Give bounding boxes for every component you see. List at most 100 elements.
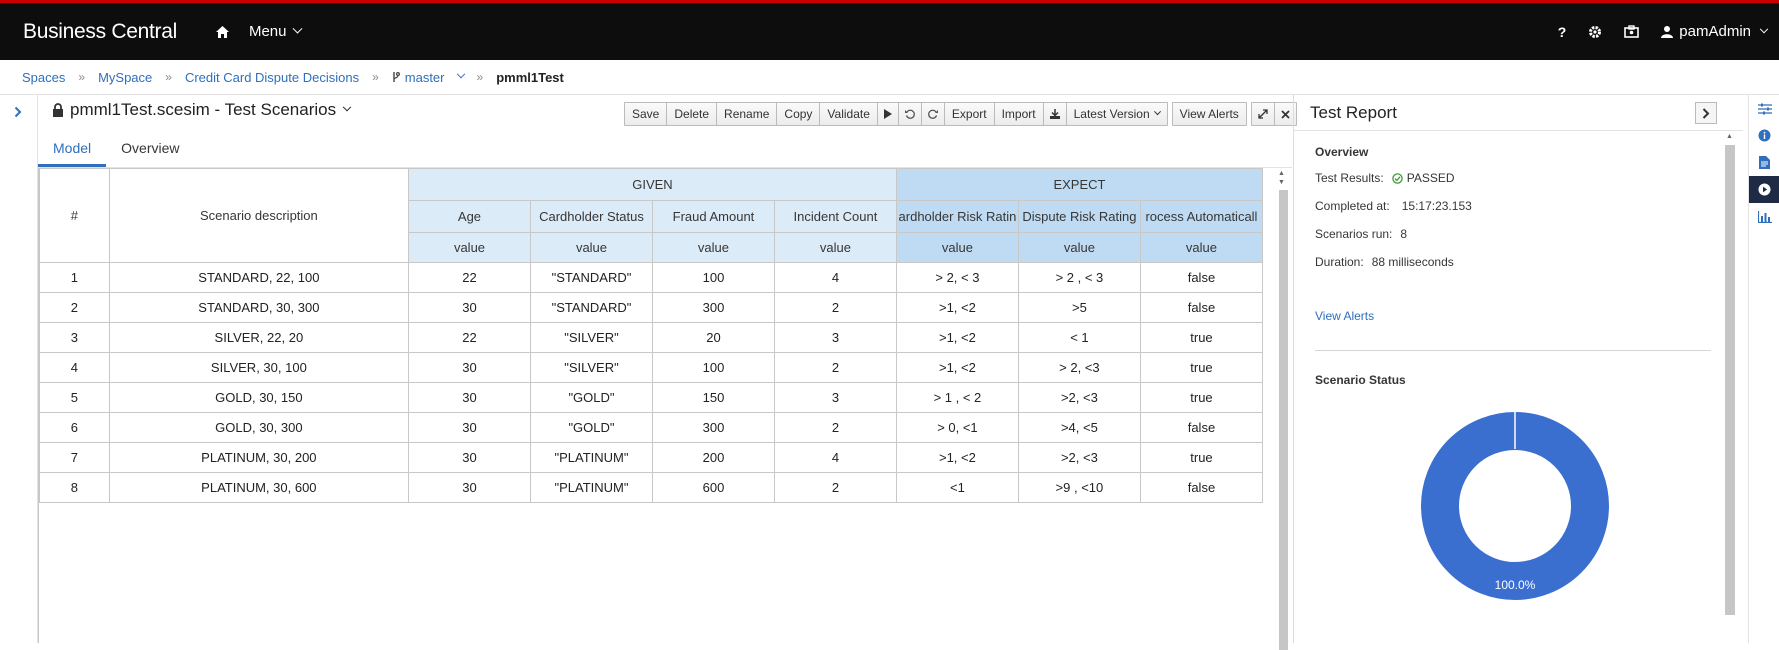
collapse-panel-icon[interactable] [1695, 102, 1717, 124]
row-index-cell[interactable]: 3 [39, 322, 110, 353]
table-cell[interactable]: > 0, <1 [895, 412, 1019, 443]
table-cell[interactable]: <1 [895, 472, 1019, 503]
table-cell[interactable]: 2 [773, 412, 897, 443]
table-cell[interactable]: false [1139, 292, 1263, 323]
row-index-cell[interactable]: 6 [39, 412, 110, 443]
table-cell[interactable]: 100 [651, 352, 775, 383]
scenario-description-cell[interactable]: PLATINUM, 30, 600 [108, 472, 410, 503]
table-cell[interactable]: 2 [773, 472, 897, 503]
branch-label[interactable]: master [405, 70, 445, 85]
table-cell[interactable]: true [1139, 352, 1263, 383]
table-cell[interactable]: "STANDARD" [529, 292, 653, 323]
help-icon[interactable]: ? [1558, 24, 1567, 40]
scroll-down-icon[interactable]: ▼ [1278, 179, 1285, 186]
index-header[interactable]: # [39, 168, 110, 263]
table-cell[interactable]: false [1139, 262, 1263, 293]
brand-title[interactable]: Business Central [23, 20, 177, 44]
maximize-icon[interactable] [1252, 103, 1275, 125]
table-cell[interactable]: > 1 , < 2 [895, 382, 1019, 413]
table-cell[interactable]: 3 [773, 382, 897, 413]
chart-icon[interactable] [1749, 203, 1779, 230]
table-cell[interactable]: 2 [773, 292, 897, 323]
row-index-cell[interactable]: 4 [39, 352, 110, 383]
latest-version-dropdown[interactable]: Latest Version [1067, 103, 1167, 125]
export-button[interactable]: Export [945, 103, 995, 125]
download-icon[interactable] [1044, 103, 1067, 125]
table-cell[interactable]: 30 [408, 292, 531, 323]
report-scrollbar[interactable]: ▲ [1725, 133, 1735, 643]
scenario-description-cell[interactable]: GOLD, 30, 150 [108, 382, 410, 413]
scenario-description-cell[interactable]: PLATINUM, 30, 200 [108, 442, 410, 473]
table-cell[interactable]: "GOLD" [529, 382, 653, 413]
table-cell[interactable]: 3 [773, 322, 897, 353]
menu-dropdown[interactable]: Menu [249, 23, 303, 40]
column-subheader[interactable]: value [408, 232, 531, 263]
row-index-cell[interactable]: 7 [39, 442, 110, 473]
table-cell[interactable]: "GOLD" [529, 412, 653, 443]
user-menu[interactable]: pamAdmin [1661, 23, 1769, 40]
table-cell[interactable]: "PLATINUM" [529, 472, 653, 503]
column-header[interactable]: ardholder Risk Ratin [895, 200, 1019, 233]
scrollbar-thumb[interactable] [1279, 190, 1288, 650]
column-subheader[interactable]: value [1017, 232, 1141, 263]
table-cell[interactable]: 150 [651, 382, 775, 413]
breadcrumb-project[interactable]: Credit Card Dispute Decisions [185, 70, 359, 85]
column-header[interactable]: rocess Automaticall [1139, 200, 1263, 233]
table-cell[interactable]: >9 , <10 [1017, 472, 1141, 503]
table-cell[interactable]: 100 [651, 262, 775, 293]
scroll-up-icon[interactable]: ▲ [1278, 170, 1285, 177]
scenario-description-cell[interactable]: GOLD, 30, 300 [108, 412, 410, 443]
home-icon[interactable] [215, 24, 231, 40]
table-cell[interactable]: 4 [773, 262, 897, 293]
row-index-cell[interactable]: 1 [39, 262, 110, 293]
undo-icon[interactable] [899, 103, 922, 125]
info-icon[interactable] [1749, 122, 1779, 149]
view-alerts-button[interactable]: View Alerts [1173, 103, 1246, 125]
table-cell[interactable]: 30 [408, 412, 531, 443]
table-cell[interactable]: 2 [773, 352, 897, 383]
table-cell[interactable]: 30 [408, 442, 531, 473]
column-subheader[interactable]: value [895, 232, 1019, 263]
table-cell[interactable]: "PLATINUM" [529, 442, 653, 473]
scenario-description-cell[interactable]: SILVER, 30, 100 [108, 352, 410, 383]
table-cell[interactable]: false [1139, 472, 1263, 503]
delete-button[interactable]: Delete [667, 103, 718, 125]
table-cell[interactable]: >4, <5 [1017, 412, 1141, 443]
table-cell[interactable]: >1, <2 [895, 322, 1019, 353]
redo-icon[interactable] [922, 103, 945, 125]
column-subheader[interactable]: value [1139, 232, 1263, 263]
column-subheader[interactable]: value [529, 232, 653, 263]
table-cell[interactable]: false [1139, 412, 1263, 443]
table-cell[interactable]: 30 [408, 382, 531, 413]
row-index-cell[interactable]: 2 [39, 292, 110, 323]
breadcrumb-spaces[interactable]: Spaces [22, 70, 65, 85]
table-cell[interactable]: < 1 [1017, 322, 1141, 353]
view-alerts-link[interactable]: View Alerts [1315, 309, 1374, 323]
table-cell[interactable]: 200 [651, 442, 775, 473]
rename-button[interactable]: Rename [717, 103, 778, 125]
table-cell[interactable]: >1, <2 [895, 292, 1019, 323]
gear-icon[interactable] [1588, 25, 1602, 39]
table-cell[interactable]: 20 [651, 322, 775, 353]
table-cell[interactable]: true [1139, 322, 1263, 353]
expect-header[interactable]: EXPECT [895, 168, 1263, 201]
table-cell[interactable]: "SILVER" [529, 352, 653, 383]
scrollbar-thumb[interactable] [1725, 145, 1735, 615]
table-cell[interactable]: 300 [651, 412, 775, 443]
table-cell[interactable]: 30 [408, 352, 531, 383]
column-header[interactable]: Dispute Risk Rating [1017, 200, 1141, 233]
tab-model[interactable]: Model [38, 130, 107, 167]
branch-selector[interactable]: master [392, 70, 465, 85]
table-cell[interactable]: true [1139, 442, 1263, 473]
table-cell[interactable]: >5 [1017, 292, 1141, 323]
table-cell[interactable]: 22 [408, 262, 531, 293]
scenario-description-cell[interactable]: SILVER, 22, 20 [108, 322, 410, 353]
save-button[interactable]: Save [625, 103, 668, 125]
table-cell[interactable]: > 2, < 3 [895, 262, 1019, 293]
copy-button[interactable]: Copy [777, 103, 821, 125]
expand-left-dock-icon[interactable] [14, 105, 22, 123]
grid-scrollbar[interactable]: ▲ ▼ [1276, 168, 1290, 650]
editor-title[interactable]: pmml1Test.scesim - Test Scenarios [52, 100, 352, 120]
scroll-up-icon[interactable]: ▲ [1726, 133, 1733, 140]
settings-sliders-icon[interactable] [1749, 95, 1779, 122]
